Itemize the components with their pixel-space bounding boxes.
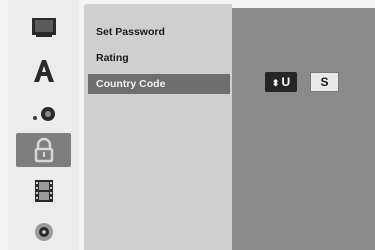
disc-icon (32, 18, 56, 37)
disc-playback-icon (35, 223, 53, 241)
lock-icon (34, 137, 54, 163)
country-code-first-letter: U (281, 75, 291, 89)
category-playback-button[interactable] (16, 214, 71, 248)
country-code-second-letter-field[interactable]: S (310, 72, 339, 92)
category-audio-button[interactable] (16, 96, 71, 130)
country-code-second-letter: S (320, 75, 329, 89)
menu-item-set-password[interactable]: Set Password (88, 22, 230, 42)
lock-menu-panel: Set Password Rating Country Code (84, 4, 232, 250)
category-disc-button[interactable] (16, 10, 71, 44)
video-icon (35, 180, 53, 202)
menu-item-rating[interactable]: Rating (88, 48, 230, 68)
up-down-arrows-icon: ⬍ (271, 78, 280, 88)
option-panel (232, 8, 375, 250)
language-icon (34, 60, 54, 82)
audio-icon (33, 107, 55, 121)
category-sidebar (8, 0, 79, 250)
category-language-button[interactable] (16, 54, 71, 88)
settings-screen: Set Password Rating Country Code ⬍ U S (0, 0, 375, 250)
category-video-button[interactable] (16, 174, 71, 208)
menu-item-country-code[interactable]: Country Code (88, 74, 230, 94)
country-code-first-letter-field[interactable]: ⬍ U (265, 72, 297, 92)
category-lock-button[interactable] (16, 133, 71, 167)
